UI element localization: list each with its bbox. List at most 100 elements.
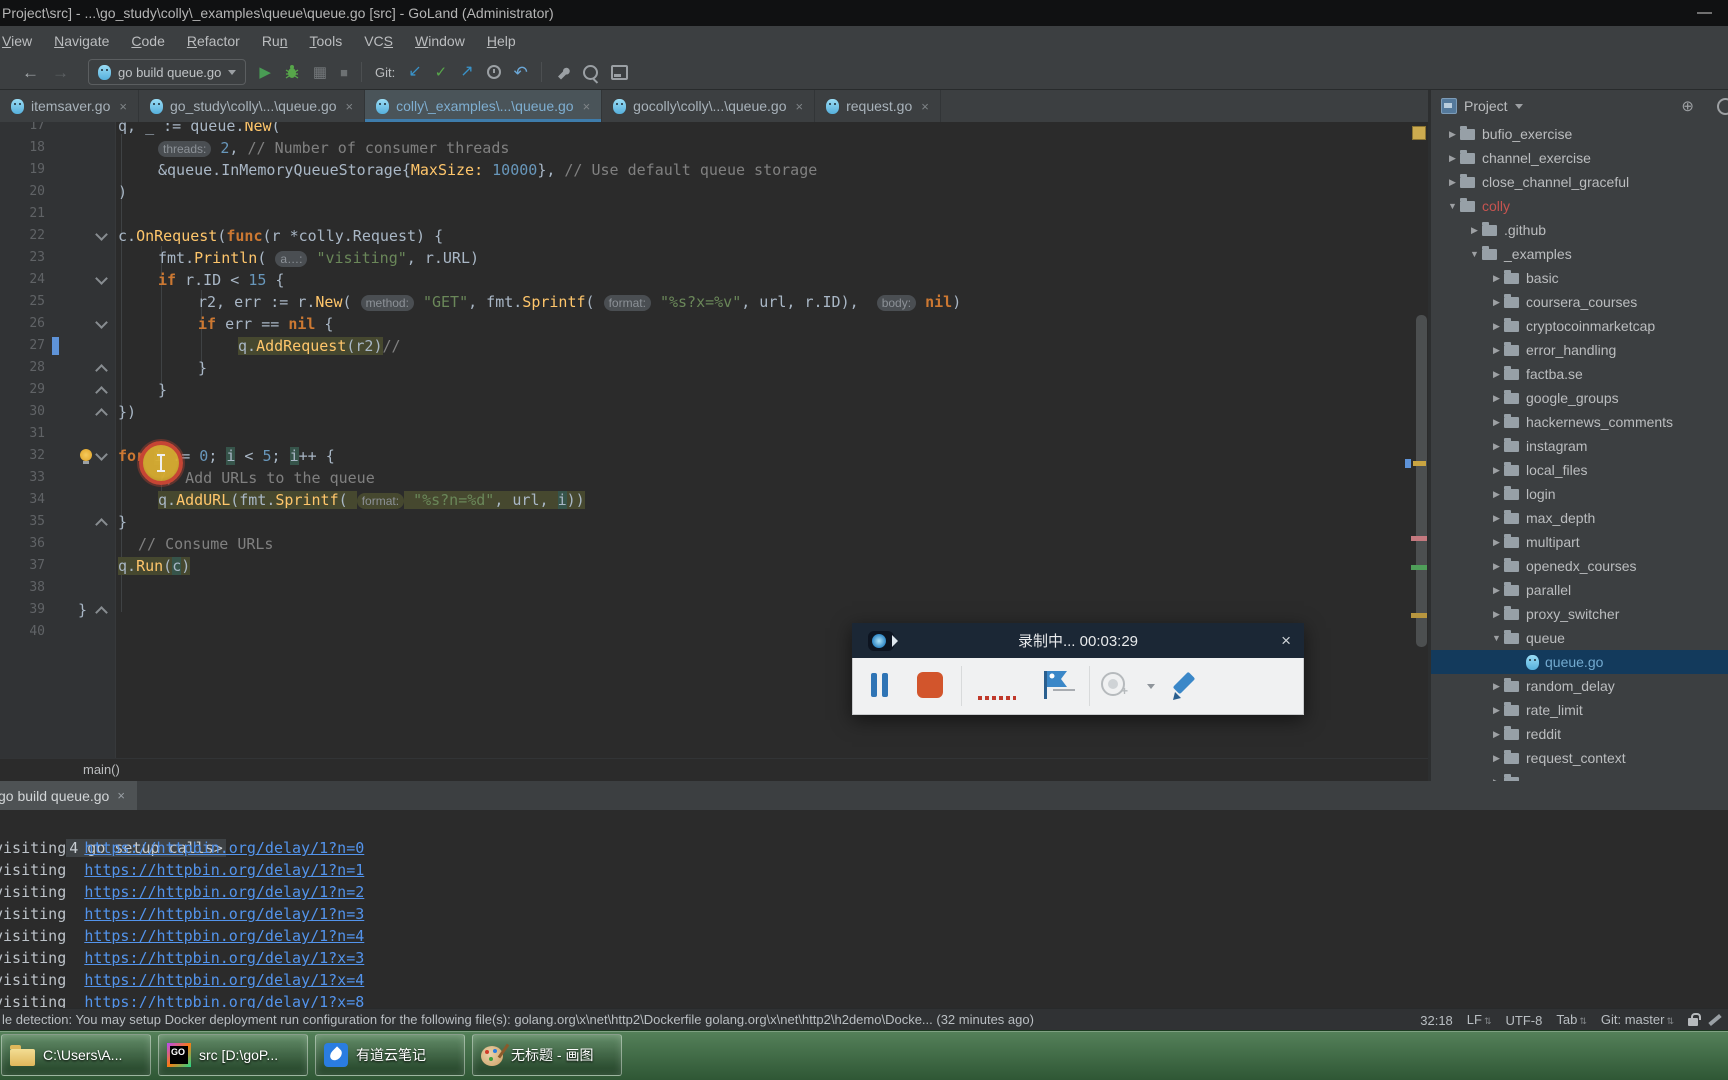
editor-scrollbar[interactable] (1416, 315, 1427, 647)
line-number[interactable]: 35 (0, 511, 45, 533)
chevron-collapsed-icon[interactable]: ▶ (1489, 417, 1504, 428)
console-url-link[interactable]: https://httpbin.org/delay/1?n=4 (84, 927, 364, 945)
chevron-expanded-icon[interactable]: ▼ (1467, 249, 1482, 259)
console-output[interactable]: 4 go setup calls> visiting https://httpb… (0, 810, 1728, 1013)
tree-item-multipart[interactable]: ▶ multipart (1431, 530, 1728, 554)
menu-item-tools[interactable]: Tools (299, 33, 354, 49)
chevron-expanded-icon[interactable]: ▼ (1489, 633, 1504, 643)
line-number[interactable]: 25 (0, 291, 45, 313)
gear-icon[interactable] (1717, 97, 1728, 115)
chevron-collapsed-icon[interactable]: ▶ (1467, 225, 1482, 236)
chevron-collapsed-icon[interactable]: ▶ (1489, 345, 1504, 356)
taskbar-button-paint[interactable]: 无标题 - 画图 (472, 1034, 622, 1076)
code-line[interactable]: 23 fmt.Println( a…: "visiting", r.URL) (0, 247, 1402, 269)
line-number[interactable]: 40 (0, 621, 45, 643)
close-icon[interactable]: × (796, 99, 804, 114)
stripe-mark-green[interactable] (1411, 565, 1427, 570)
line-ending-widget[interactable]: LF ⇅ (1467, 1009, 1492, 1031)
status-message[interactable]: le detection: You may setup Docker deplo… (2, 1009, 1034, 1030)
code-line[interactable]: 35} (0, 511, 1402, 533)
tree-item-channel_exercise[interactable]: ▶ channel_exercise (1431, 146, 1728, 170)
code-line[interactable]: 24 if r.ID < 15 { (0, 269, 1402, 291)
stripe-caret-mark[interactable] (1405, 459, 1411, 468)
tree-item-queue.go[interactable]: queue.go (1431, 650, 1728, 674)
debug-button[interactable] (284, 64, 300, 80)
indent-widget[interactable]: Tab ⇅ (1556, 1009, 1587, 1031)
close-icon[interactable]: × (346, 99, 354, 114)
console-url-link[interactable]: https://httpbin.org/delay/1?x=4 (84, 971, 364, 989)
chevron-collapsed-icon[interactable]: ▶ (1489, 489, 1504, 500)
code-line[interactable]: 30}) (0, 401, 1402, 423)
menu-item-run[interactable]: Run (251, 33, 299, 49)
line-number[interactable]: 21 (0, 203, 45, 225)
code-line[interactable]: 19 &queue.InMemoryQueueStorage{MaxSize: 1… (0, 159, 1402, 181)
chevron-collapsed-icon[interactable]: ▶ (1489, 561, 1504, 572)
stop-button[interactable]: ■ (340, 66, 348, 79)
tree-item-request_context[interactable]: ▶ request_context (1431, 746, 1728, 770)
webcam-dropdown-icon[interactable] (1147, 684, 1155, 689)
wrench-icon[interactable] (555, 65, 570, 80)
stop-recording-button[interactable] (917, 672, 943, 698)
tree-item-cryptocoinmarketcap[interactable]: ▶ cryptocoinmarketcap (1431, 314, 1728, 338)
line-number[interactable]: 18 (0, 137, 45, 159)
minimize-button[interactable]: — (1697, 0, 1712, 26)
console-url-link[interactable]: https://httpbin.org/delay/1?n=0 (84, 839, 364, 857)
tree-item-instagram[interactable]: ▶ instagram (1431, 434, 1728, 458)
chevron-collapsed-icon[interactable]: ▶ (1489, 537, 1504, 548)
webcam-button[interactable] (1101, 672, 1128, 698)
code-line[interactable]: 32 for i := 0; i < 5; i++ { (0, 445, 1402, 467)
tree-item-_examples[interactable]: ▼ _examples (1431, 242, 1728, 266)
chevron-collapsed-icon[interactable]: ▶ (1489, 393, 1504, 404)
tree-item-queue[interactable]: ▼ queue (1431, 626, 1728, 650)
code-line[interactable]: 36 // Consume URLs (0, 533, 1402, 555)
chevron-collapsed-icon[interactable]: ▶ (1489, 465, 1504, 476)
forward-icon[interactable]: → (52, 64, 69, 81)
code-line[interactable]: 37 q.Run(c) (0, 555, 1402, 577)
console-url-link[interactable]: https://httpbin.org/delay/1?n=1 (84, 861, 364, 879)
console-url-link[interactable]: https://httpbin.org/delay/1?n=3 (84, 905, 364, 923)
menu-item-help[interactable]: Help (476, 33, 527, 49)
tree-item-parallel[interactable]: ▶ parallel (1431, 578, 1728, 602)
line-number[interactable]: 38 (0, 577, 45, 599)
code-line[interactable]: 39} (0, 599, 1402, 621)
tree-item-login[interactable]: ▶ login (1431, 482, 1728, 506)
chevron-collapsed-icon[interactable]: ▶ (1445, 153, 1460, 164)
tree-item-bufio_exercise[interactable]: ▶ bufio_exercise (1431, 122, 1728, 146)
editor-tab[interactable]: gocolly\colly\...\queue.go × (602, 90, 816, 122)
tree-item-google_groups[interactable]: ▶ google_groups (1431, 386, 1728, 410)
chevron-collapsed-icon[interactable]: ▶ (1489, 369, 1504, 380)
tree-item-factba.se[interactable]: ▶ factba.se (1431, 362, 1728, 386)
tree-item-coursera_courses[interactable]: ▶ coursera_courses (1431, 290, 1728, 314)
code-line[interactable]: 29} (0, 379, 1402, 401)
git-push-button[interactable]: ↗ (460, 64, 473, 80)
taskbar-button-folder[interactable]: C:\Users\A... (1, 1034, 151, 1076)
chevron-collapsed-icon[interactable]: ▶ (1489, 297, 1504, 308)
current-function[interactable]: main() (83, 762, 120, 777)
line-number[interactable]: 24 (0, 269, 45, 291)
close-icon[interactable]: × (1281, 631, 1291, 651)
project-panel-title[interactable]: Project (1464, 98, 1508, 114)
close-icon[interactable]: × (921, 99, 929, 114)
line-number[interactable]: 29 (0, 379, 45, 401)
tree-item-proxy_switcher[interactable]: ▶ proxy_switcher (1431, 602, 1728, 626)
tree-item-local_files[interactable]: ▶ local_files (1431, 458, 1728, 482)
coverage-button[interactable]: ▦ (313, 65, 327, 80)
tree-item-openedx_courses[interactable]: ▶ openedx_courses (1431, 554, 1728, 578)
tree-item-basic[interactable]: ▶ basic (1431, 266, 1728, 290)
line-number[interactable]: 27 (0, 335, 45, 357)
stripe-warning-mark[interactable] (1413, 461, 1426, 466)
tree-item-colly[interactable]: ▼ colly (1431, 194, 1728, 218)
title-bar[interactable]: Project\src] - ...\go_study\colly\_examp… (0, 0, 1728, 26)
code-line[interactable]: 33 // Add URLs to the queue (0, 467, 1402, 489)
tree-item-error_handling[interactable]: ▶ error_handling (1431, 338, 1728, 362)
editor-tab[interactable]: itemsaver.go × (0, 90, 139, 122)
locate-file-icon[interactable]: ⊕ (1681, 97, 1694, 115)
flag-marker-button[interactable] (1039, 668, 1075, 702)
stripe-mark-pink[interactable] (1411, 536, 1427, 541)
chevron-collapsed-icon[interactable]: ▶ (1489, 513, 1504, 524)
console-url-link[interactable]: https://httpbin.org/delay/1?x=3 (84, 949, 364, 967)
search-icon[interactable] (582, 64, 598, 80)
editor-tab[interactable]: colly\_examples\...\queue.go × (365, 90, 603, 122)
line-number[interactable]: 37 (0, 555, 45, 577)
editor-tab[interactable]: go_study\colly\...\queue.go × (139, 90, 366, 122)
